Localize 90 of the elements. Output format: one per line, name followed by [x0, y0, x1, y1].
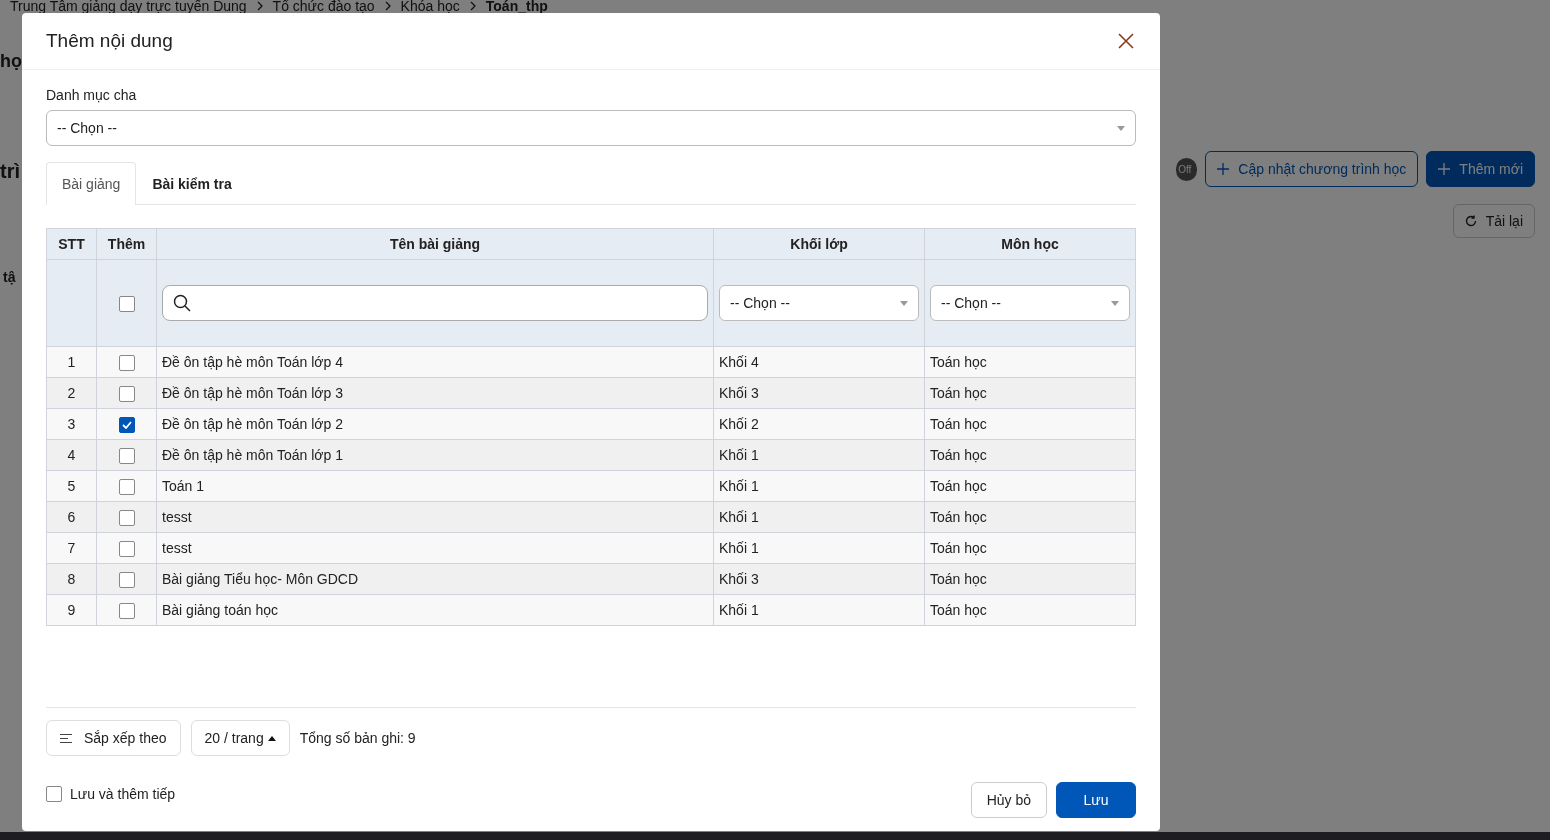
table-cell: tesst: [156, 532, 714, 564]
cancel-button[interactable]: Hủy bỏ: [970, 782, 1047, 818]
page-text: họ: [0, 51, 22, 72]
column-header: Môn học: [924, 228, 1136, 260]
caret-icon: [1117, 125, 1125, 131]
tab[interactable]: Bài kiểm tra: [136, 162, 248, 205]
checkbox[interactable]: [118, 295, 135, 312]
table-cell: 9: [46, 594, 97, 626]
field-label: Danh mục cha: [46, 87, 138, 103]
column-header: Thêm: [96, 228, 157, 260]
reload-button[interactable]: Tải lại: [1452, 204, 1535, 238]
table-cell: Toán học: [924, 532, 1136, 564]
table-cell: Toán học: [924, 594, 1136, 626]
table-cell: Bài giảng toán học: [156, 594, 714, 626]
save-and-continue-checkbox[interactable]: Lưu và thêm tiếp: [46, 786, 176, 802]
table-cell: 2: [46, 377, 97, 409]
table-cell: 6: [46, 501, 97, 533]
table-cell: Khối 1: [713, 439, 925, 471]
table-cell: Toán học: [924, 377, 1136, 409]
table-cell: 7: [46, 532, 97, 564]
check-icon: [121, 420, 132, 429]
plus-icon: [1217, 163, 1230, 175]
checkbox[interactable]: [118, 540, 135, 557]
table-cell: 8: [46, 563, 97, 595]
table-cell: Đề ôn tập hè môn Toán lớp 2: [156, 408, 714, 440]
chevron-icon: [383, 1, 392, 11]
table-cell: Khối 1: [713, 532, 925, 564]
refresh-icon: [1464, 215, 1477, 227]
page-text: tậ: [3, 269, 17, 285]
table-cell: 1: [46, 346, 97, 378]
table-cell: Toán học: [924, 439, 1136, 471]
tab[interactable]: Bài giảng: [46, 162, 137, 205]
table-cell: Đề ôn tập hè môn Toán lớp 4: [156, 346, 714, 378]
checkbox[interactable]: [118, 385, 135, 402]
caret-icon: [900, 300, 908, 306]
breadcrumb-item[interactable]: Khóa học: [400, 0, 460, 13]
checkbox[interactable]: [118, 416, 135, 433]
table-cell: Toán học: [924, 470, 1136, 502]
table-cell: 4: [46, 439, 97, 471]
grade-select[interactable]: -- Chọn --: [719, 285, 919, 321]
record-count: Tổng số bản ghi: 9: [299, 730, 416, 746]
checkbox[interactable]: [118, 602, 135, 619]
table-cell: Khối 1: [713, 594, 925, 626]
column-header: Tên bài giảng: [156, 228, 714, 260]
table-cell: Toán 1: [156, 470, 714, 502]
table-cell: Toán học: [924, 501, 1136, 533]
table-cell: 5: [46, 470, 97, 502]
caret-icon: [1111, 300, 1119, 306]
checkbox[interactable]: [118, 478, 135, 495]
checkbox[interactable]: [118, 354, 135, 371]
page-size-select[interactable]: 20 / trang: [190, 720, 290, 756]
table-cell: Toán học: [924, 346, 1136, 378]
close-icon[interactable]: [1118, 33, 1134, 49]
table-cell: 3: [46, 408, 97, 440]
table-cell: tesst: [156, 501, 714, 533]
table-cell: Khối 1: [713, 470, 925, 502]
checkbox[interactable]: [118, 447, 135, 464]
breadcrumb-item: Toán_thp: [485, 0, 548, 13]
table-cell: Khối 4: [713, 346, 925, 378]
chevron-icon: [468, 1, 477, 11]
checkbox[interactable]: [118, 509, 135, 526]
search-field[interactable]: [162, 285, 708, 321]
sort-button[interactable]: Sắp xếp theo: [46, 720, 181, 756]
column-header: STT: [46, 228, 97, 260]
menu-icon: [60, 733, 72, 743]
table-cell: Toán học: [924, 563, 1136, 595]
checkbox-label: Lưu và thêm tiếp: [70, 786, 176, 802]
table-cell: Khối 3: [713, 563, 925, 595]
search-icon: [173, 294, 191, 312]
plus-icon: [1438, 163, 1451, 175]
table-cell: Toán học: [924, 408, 1136, 440]
add-button[interactable]: Thêm mới: [1426, 151, 1535, 187]
subject-select[interactable]: -- Chọn --: [930, 285, 1130, 321]
table-cell: Khối 2: [713, 408, 925, 440]
dialog-title: Thêm nội dung: [46, 30, 173, 52]
checkbox[interactable]: [46, 786, 62, 802]
page-text: trì: [0, 160, 21, 183]
table-cell: Bài giảng Tiểu học- Môn GDCD: [156, 563, 714, 595]
checkbox[interactable]: [118, 571, 135, 588]
caret-icon: [267, 735, 276, 741]
table-cell: Khối 1: [713, 501, 925, 533]
column-header: Khối lớp: [713, 228, 925, 260]
table-cell: Đề ôn tập hè môn Toán lớp 3: [156, 377, 714, 409]
chevron-icon: [255, 1, 264, 11]
table-cell: Khối 3: [713, 377, 925, 409]
parent-category-select[interactable]: -- Chọn --: [46, 110, 1136, 146]
save-button[interactable]: Lưu: [1056, 782, 1136, 818]
table-cell: Đề ôn tập hè môn Toán lớp 1: [156, 439, 714, 471]
add-button[interactable]: Cập nhật chương trình học: [1205, 151, 1419, 187]
breadcrumb-item[interactable]: Tổ chức đào tạo: [272, 0, 375, 13]
